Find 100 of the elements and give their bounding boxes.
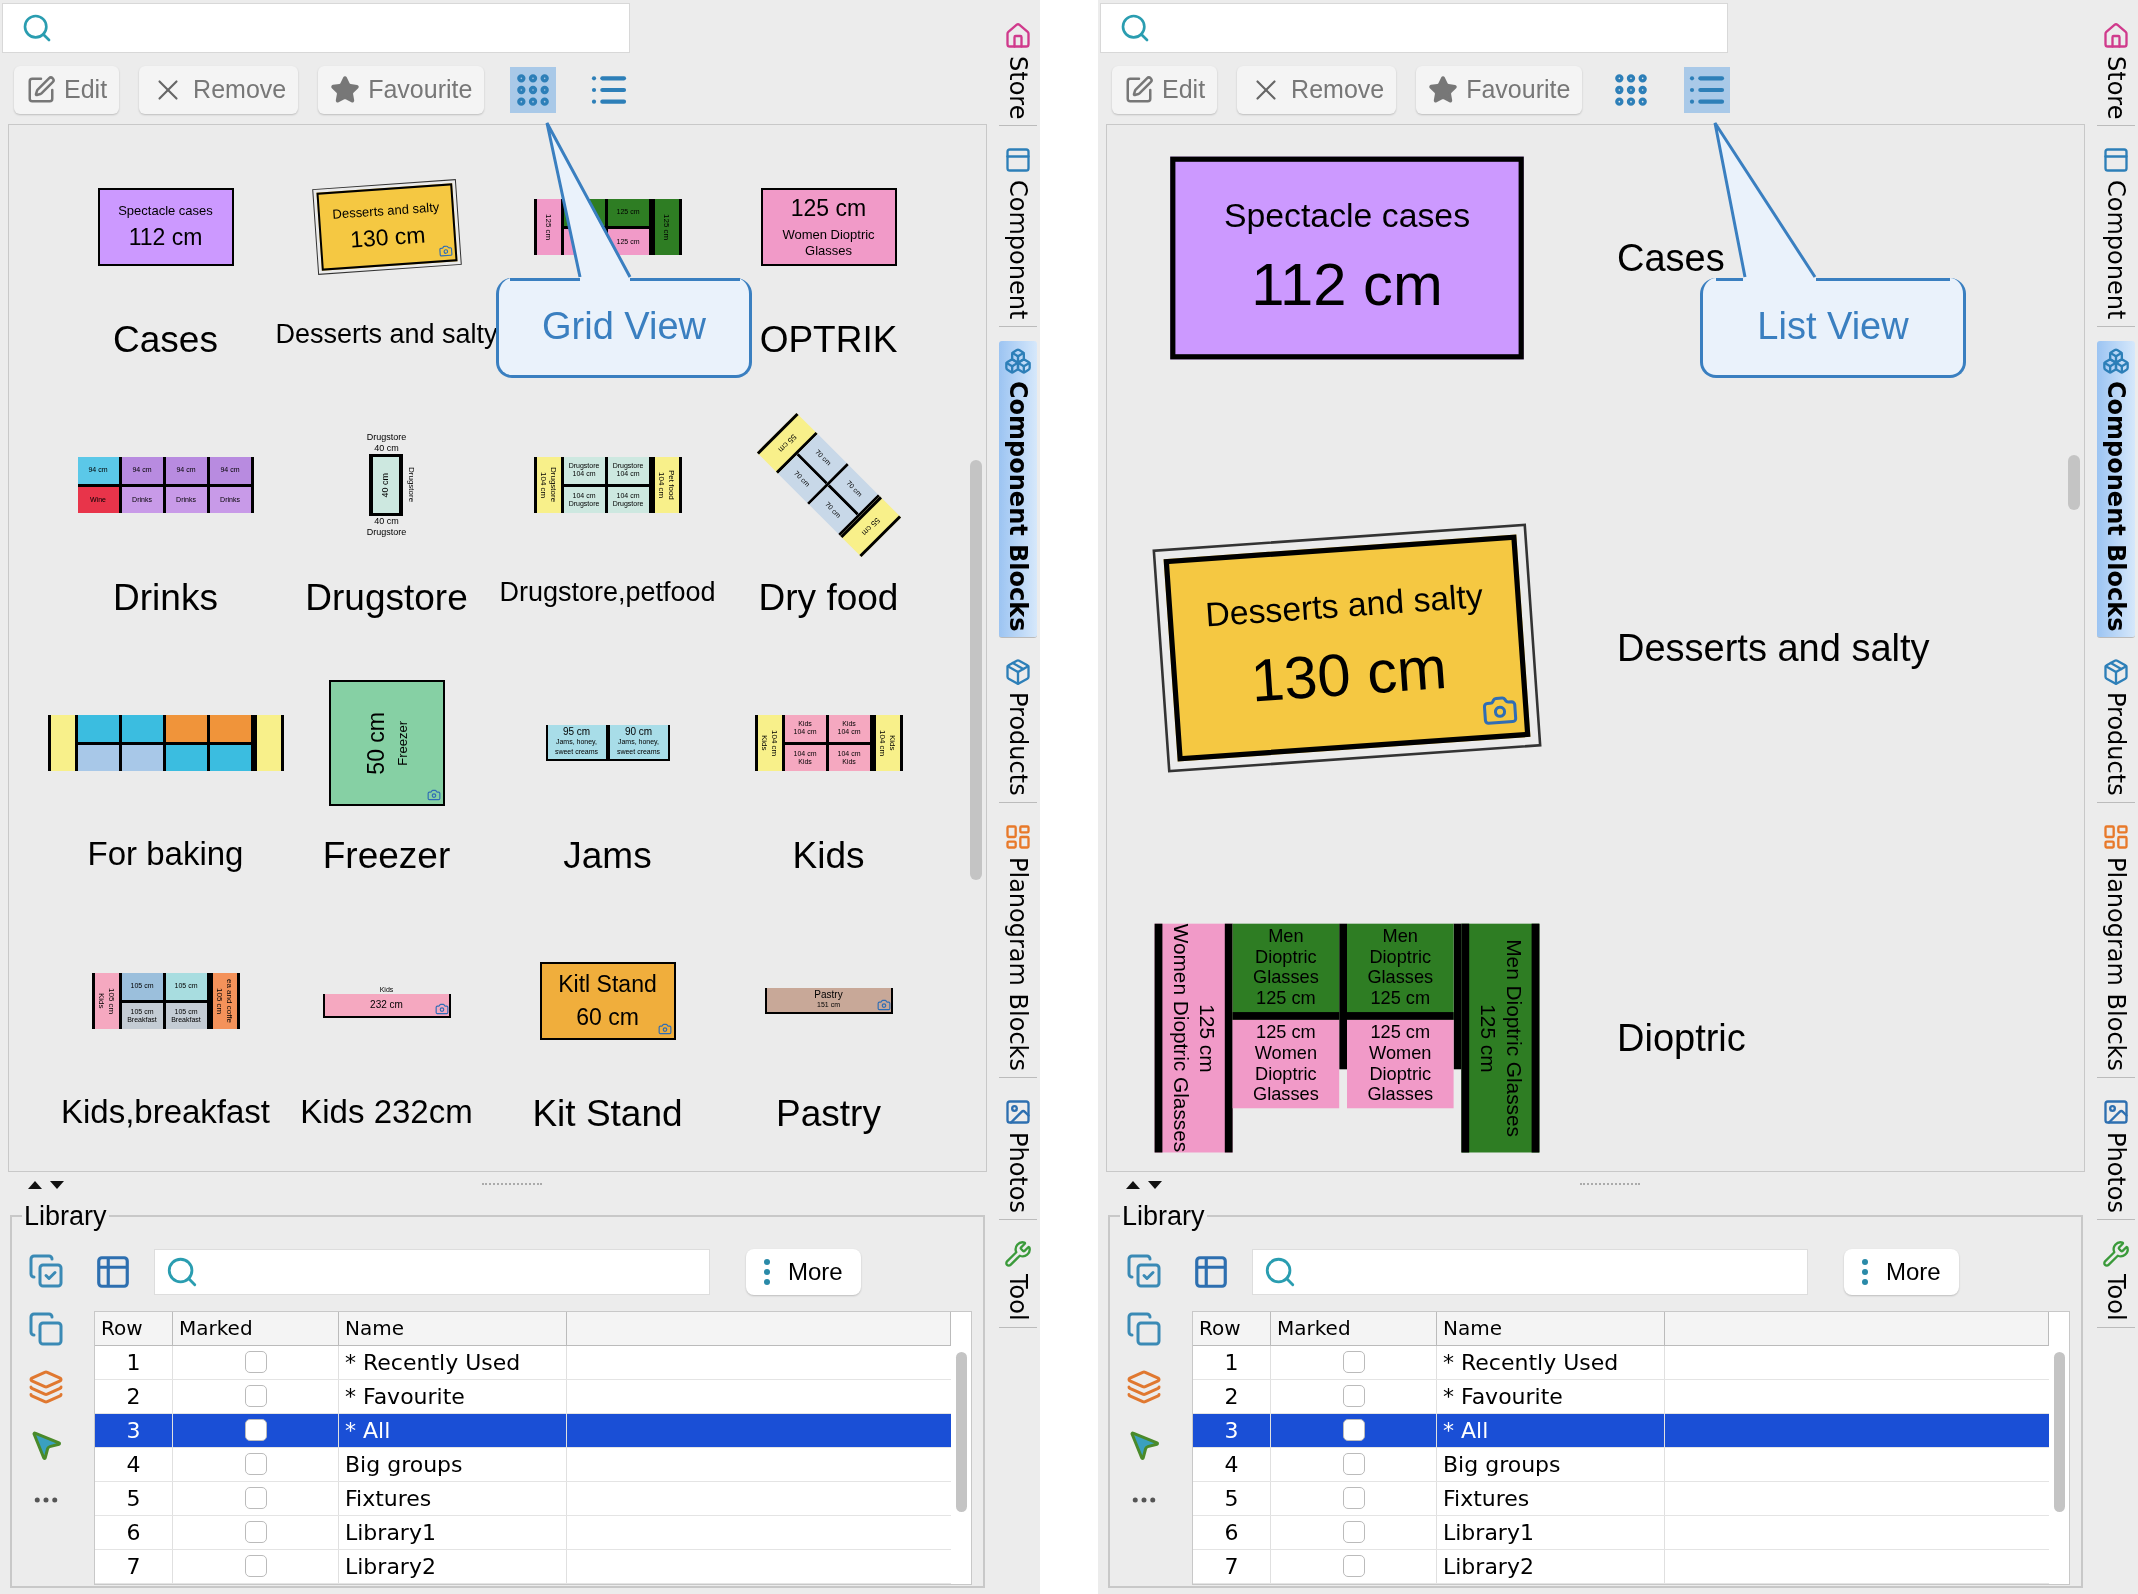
checkbox[interactable] <box>244 1521 267 1543</box>
shelf-label: Drugstore <box>549 467 558 503</box>
wrench-icon <box>1003 1239 1032 1268</box>
copy-icon[interactable] <box>1126 1310 1162 1347</box>
toolbar-button[interactable]: Edit <box>1112 66 1218 114</box>
shelf-label: Women Dioptric Glasses <box>1366 1043 1435 1106</box>
column-header[interactable]: Name <box>1437 1311 1665 1345</box>
scrollbar-thumb[interactable] <box>970 460 982 880</box>
checkbox[interactable] <box>1342 1351 1365 1373</box>
table-row[interactable]: 5 Fixtures <box>1193 1481 2049 1516</box>
copy-check-icon[interactable] <box>28 1252 64 1289</box>
toolbar-button[interactable]: Favourite <box>1416 66 1583 114</box>
side-tab[interactable]: Component <box>2096 140 2135 327</box>
side-tab[interactable]: Planogram Blocks <box>2096 816 2135 1078</box>
side-tab[interactable]: Photos <box>998 1091 1037 1220</box>
blocks-icon <box>1003 822 1032 851</box>
package-icon <box>2101 658 2130 687</box>
table-row[interactable]: 3 * All <box>1193 1413 2049 1448</box>
checkbox[interactable] <box>244 1453 267 1475</box>
column-header[interactable]: Name <box>339 1311 567 1345</box>
table-cell: 6 <box>1193 1515 1271 1549</box>
list-view-button[interactable] <box>1684 67 1731 113</box>
checkbox[interactable] <box>244 1419 267 1441</box>
item-name: Kids <box>792 837 865 874</box>
search-field[interactable] <box>1100 3 1728 53</box>
copy-check-icon[interactable] <box>1126 1252 1162 1289</box>
table-row[interactable]: 3 * All <box>95 1413 951 1448</box>
toolbar-button[interactable]: Edit <box>14 66 120 114</box>
layers-icon[interactable] <box>1126 1368 1162 1405</box>
shelf-label: 125 cm <box>1475 1003 1500 1073</box>
checkbox[interactable] <box>244 1487 267 1509</box>
item-name: Jams <box>563 837 652 874</box>
side-tab[interactable]: Tool <box>2096 1233 2135 1328</box>
item-name: Kids 232cm <box>300 1095 473 1128</box>
collapse-arrows-icon[interactable] <box>1126 1178 1164 1190</box>
blocks-icon <box>1003 346 1032 375</box>
package-icon <box>1003 658 1032 687</box>
table-row[interactable]: 4 Big groups <box>95 1447 951 1482</box>
table-row[interactable]: 5 Fixtures <box>95 1481 951 1516</box>
scrollbar-thumb[interactable] <box>2068 455 2080 510</box>
side-tab[interactable]: Photos <box>2096 1091 2135 1220</box>
table-cell: 1 <box>1193 1345 1271 1379</box>
column-header[interactable]: Marked <box>1271 1311 1437 1345</box>
side-tab[interactable]: Component Blocks <box>2096 340 2135 639</box>
item-name: OPTRIK <box>759 321 898 358</box>
checkbox[interactable] <box>1342 1385 1365 1407</box>
table-cell: Big groups <box>1437 1447 1665 1481</box>
table-row[interactable]: 7 Library2 <box>1193 1549 2049 1584</box>
checkbox[interactable] <box>244 1385 267 1407</box>
collapse-arrows-icon[interactable] <box>28 1178 66 1190</box>
side-tab[interactable]: Tool <box>998 1233 1037 1328</box>
table-row[interactable]: 4 Big groups <box>1193 1447 2049 1482</box>
column-header[interactable]: Row <box>1193 1311 1271 1345</box>
checkbox[interactable] <box>1342 1419 1365 1441</box>
shelf-label: Men Dioptric Glasses <box>1252 926 1320 989</box>
table-row[interactable]: 2 * Favourite <box>95 1379 951 1414</box>
side-tab[interactable]: Component <box>998 140 1037 327</box>
table-cell: 7 <box>95 1549 173 1583</box>
checkbox[interactable] <box>244 1351 267 1373</box>
column-header[interactable]: Row <box>95 1311 173 1345</box>
sign-label: Spectacle cases <box>1223 194 1471 236</box>
shelf-label: Men Dioptric Glasses <box>1501 939 1526 1137</box>
more-button[interactable]: More <box>746 1248 861 1295</box>
toolbar-button[interactable]: Favourite <box>318 66 485 114</box>
side-tab[interactable]: Planogram Blocks <box>998 816 1037 1078</box>
checkbox[interactable] <box>244 1555 267 1577</box>
table-row[interactable]: 6 Library1 <box>1193 1515 2049 1550</box>
side-tab[interactable]: Products <box>2096 652 2135 803</box>
table-row[interactable]: 7 Library2 <box>95 1549 951 1584</box>
side-tab[interactable]: Component Blocks <box>998 340 1037 639</box>
checkbox[interactable] <box>1342 1521 1365 1543</box>
checkbox[interactable] <box>1342 1555 1365 1577</box>
column-header[interactable]: Marked <box>173 1311 339 1345</box>
scrollbar-thumb[interactable] <box>955 1351 967 1512</box>
table-cell: 4 <box>1193 1447 1271 1481</box>
search-field[interactable] <box>154 1248 710 1295</box>
side-tab[interactable]: Store <box>998 16 1037 127</box>
copy-icon[interactable] <box>28 1310 64 1347</box>
table-row[interactable]: 2 * Favourite <box>1193 1379 2049 1414</box>
side-tab[interactable]: Products <box>998 652 1037 803</box>
splitter-handle[interactable] <box>1580 1183 1640 1185</box>
table-cell: 1 <box>95 1345 173 1379</box>
search-field[interactable] <box>2 3 630 53</box>
sign-label: 112 cm <box>1251 248 1443 320</box>
toolbar-button[interactable]: Remove <box>139 66 299 114</box>
shelf-label: Women Dioptric Glasses <box>1252 1043 1320 1106</box>
shelf-label: 125 cm <box>1256 988 1316 1009</box>
splitter-handle[interactable] <box>482 1183 542 1185</box>
layers-icon[interactable] <box>28 1368 64 1405</box>
checkbox[interactable] <box>1342 1487 1365 1509</box>
scrollbar-thumb[interactable] <box>2053 1351 2065 1512</box>
table-row[interactable]: 1 * Recently Used <box>95 1345 951 1380</box>
side-tab[interactable]: Store <box>2096 16 2135 127</box>
table-row[interactable]: 6 Library1 <box>95 1515 951 1550</box>
checkbox[interactable] <box>1342 1453 1365 1475</box>
more-button[interactable]: More <box>1844 1248 1959 1295</box>
table-row[interactable]: 1 * Recently Used <box>1193 1345 2049 1380</box>
toolbar-button[interactable]: Remove <box>1237 66 1397 114</box>
grid-view-button[interactable] <box>510 67 557 113</box>
search-field[interactable] <box>1252 1248 1808 1295</box>
